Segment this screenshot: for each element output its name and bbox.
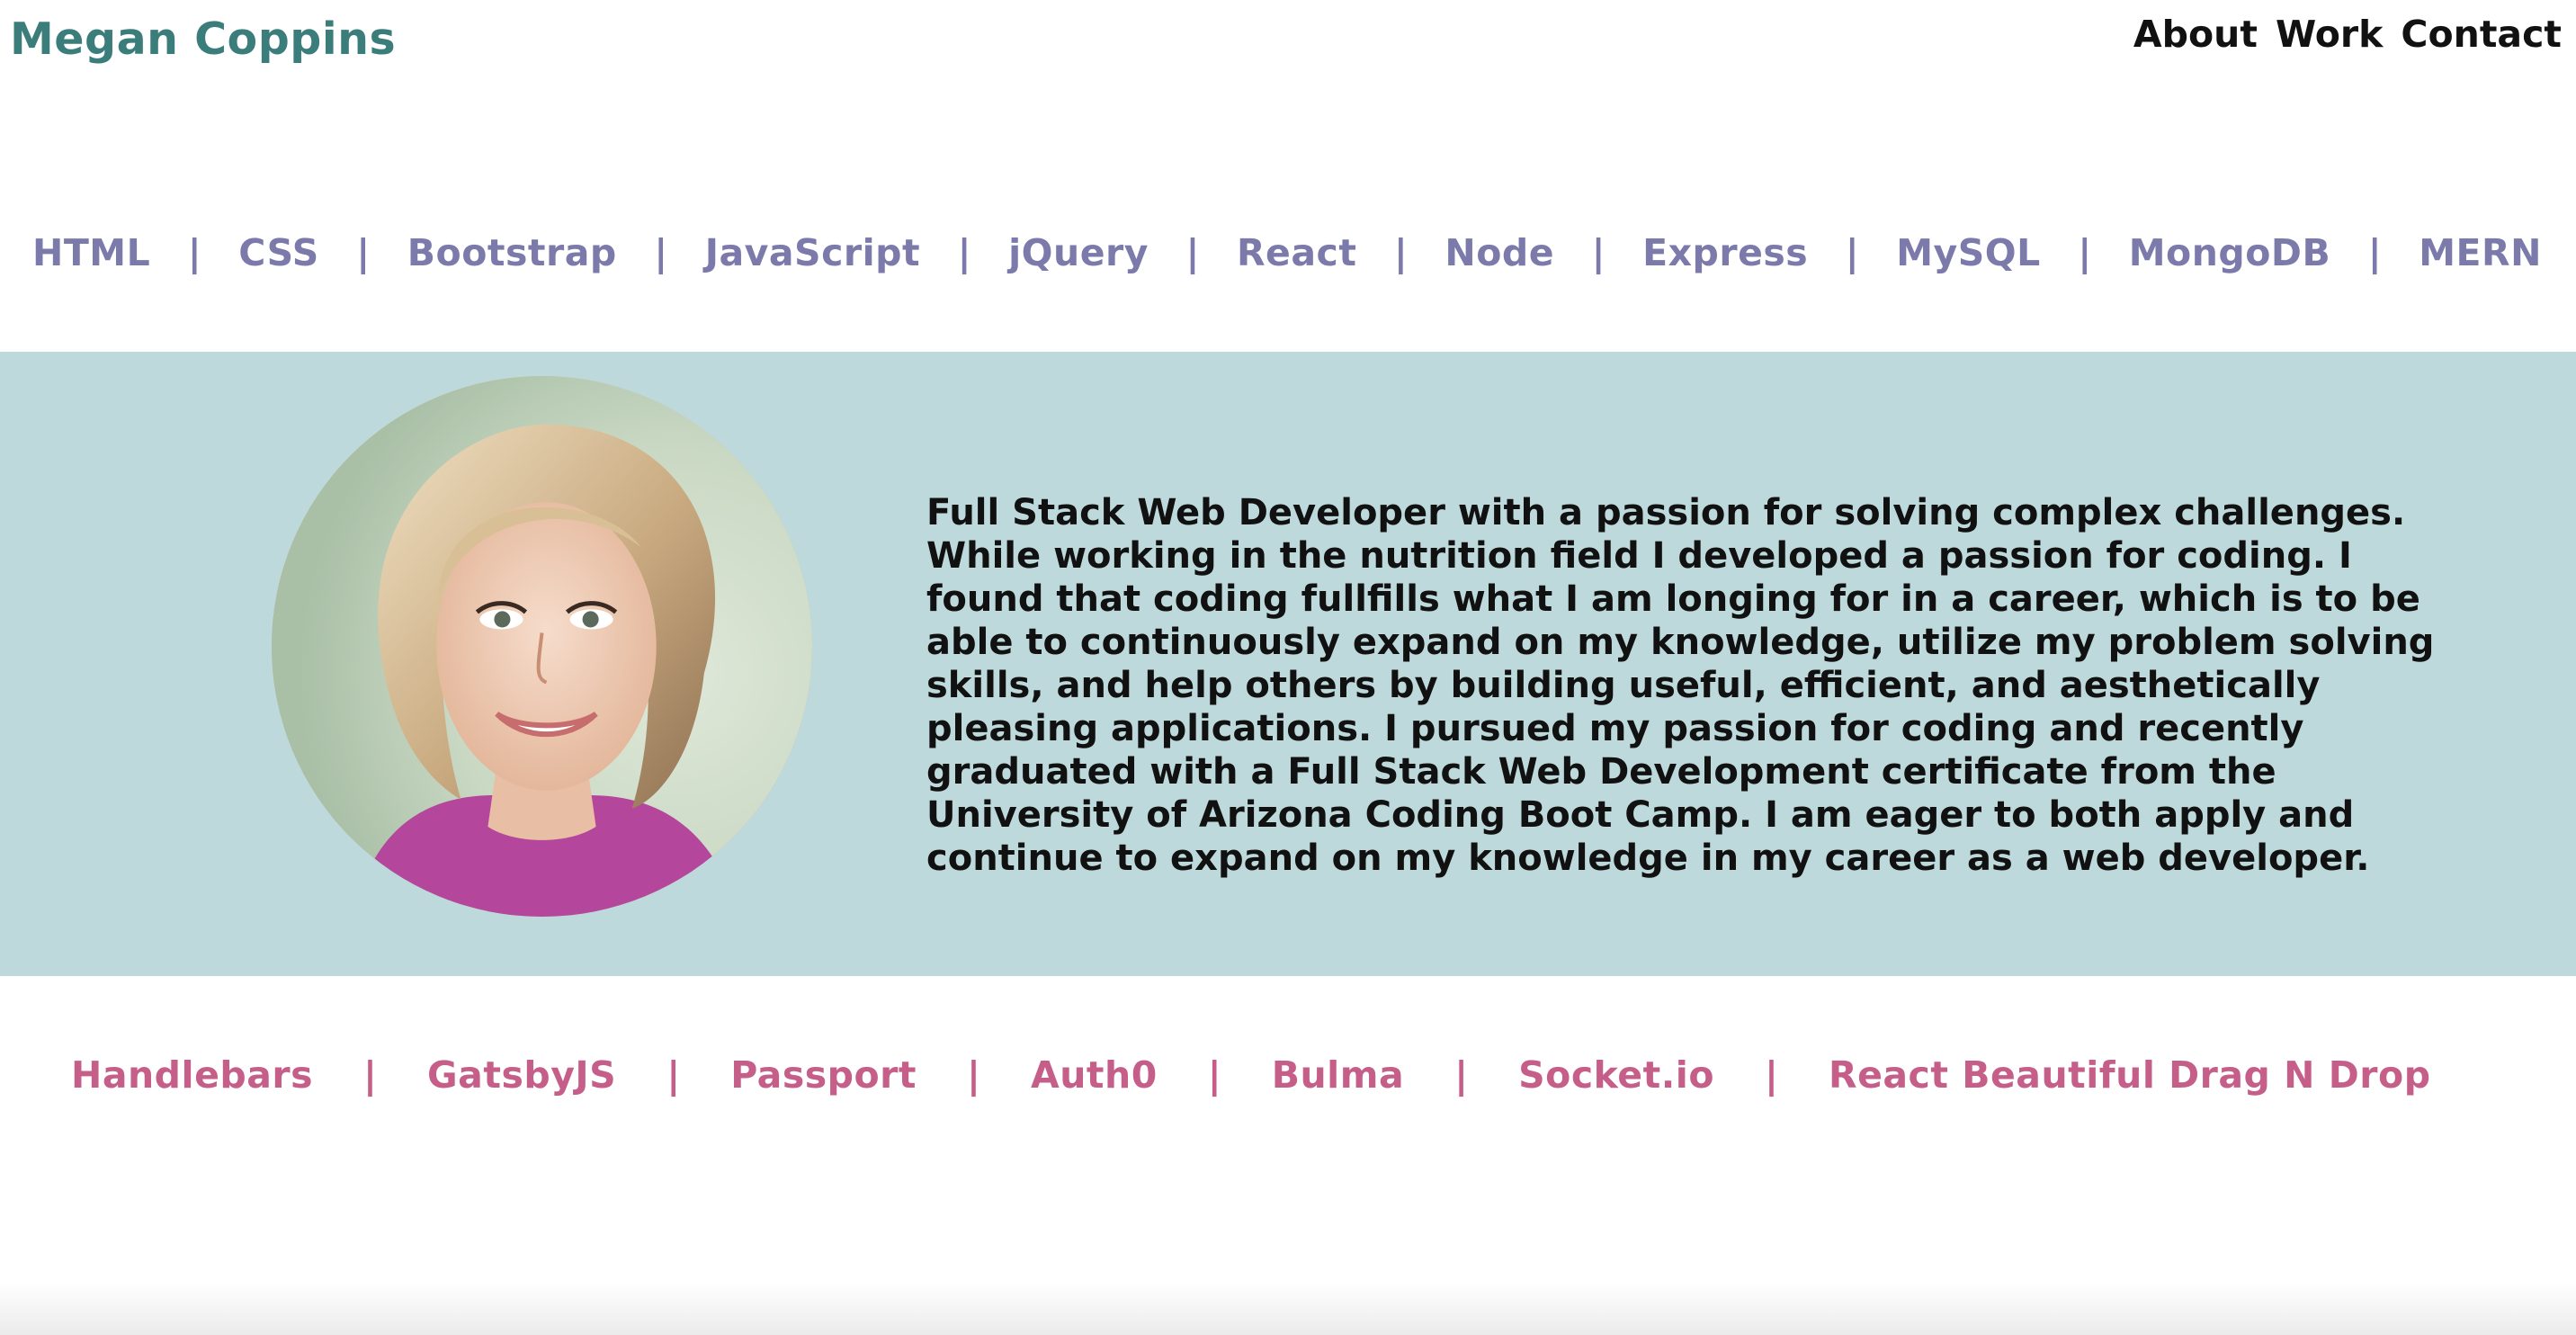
skill-separator: | [966, 1053, 980, 1097]
skill-css: CSS [238, 231, 319, 274]
skill-separator: | [957, 231, 971, 274]
skill-handlebars: Handlebars [71, 1053, 314, 1097]
skill-javascript: JavaScript [704, 231, 921, 274]
skill-mongodb: MongoDB [2128, 231, 2331, 274]
secondary-skills-list: Handlebars | GatsbyJS | Passport | Auth0… [71, 1049, 2431, 1101]
skill-gatsbyjs: GatsbyJS [427, 1053, 617, 1097]
skill-socketio: Socket.io [1518, 1053, 1714, 1097]
skill-express: Express [1642, 231, 1809, 274]
skill-separator: | [1765, 1053, 1778, 1097]
skill-separator: | [654, 231, 668, 274]
skill-separator: | [2367, 231, 2382, 274]
skill-separator: | [1393, 231, 1408, 274]
skill-separator: | [1454, 1053, 1469, 1097]
skill-separator: | [1185, 231, 1200, 274]
skill-react-beautiful-dnd: React Beautiful Drag N Drop [1829, 1053, 2431, 1097]
bottom-shadow [0, 1281, 2576, 1335]
skill-mysql: MySQL [1896, 231, 2041, 274]
skill-separator: | [187, 231, 201, 274]
top-nav: About Work Contact [2133, 9, 2562, 59]
skill-html: HTML [32, 231, 151, 274]
skill-bulma: Bulma [1271, 1053, 1405, 1097]
nav-work-link[interactable]: Work [2276, 9, 2383, 59]
skill-separator: | [363, 1053, 378, 1097]
skill-node: Node [1445, 231, 1555, 274]
skill-separator: | [1207, 1053, 1221, 1097]
bio-text: Full Stack Web Developer with a passion … [926, 492, 2435, 879]
skill-separator: | [356, 231, 371, 274]
skill-jquery: jQuery [1008, 231, 1149, 274]
skill-mern: MERN [2419, 231, 2542, 274]
skill-react: React [1236, 231, 1357, 274]
skill-separator: | [1591, 231, 1606, 274]
profile-photo-illustration [272, 376, 812, 917]
nav-contact-link[interactable]: Contact [2401, 9, 2562, 59]
skill-passport: Passport [730, 1053, 917, 1097]
skill-bootstrap: Bootstrap [407, 231, 617, 274]
skill-separator: | [666, 1053, 681, 1097]
nav-about-link[interactable]: About [2133, 9, 2258, 59]
profile-photo [272, 376, 812, 917]
about-section: Full Stack Web Developer with a passion … [0, 352, 2576, 976]
primary-skills-list: HTML | CSS | Bootstrap | JavaScript | jQ… [32, 227, 2542, 279]
skill-separator: | [2078, 231, 2092, 274]
skill-auth0: Auth0 [1030, 1053, 1158, 1097]
skill-separator: | [1845, 231, 1859, 274]
brand-link[interactable]: Megan Coppins [10, 13, 396, 67]
